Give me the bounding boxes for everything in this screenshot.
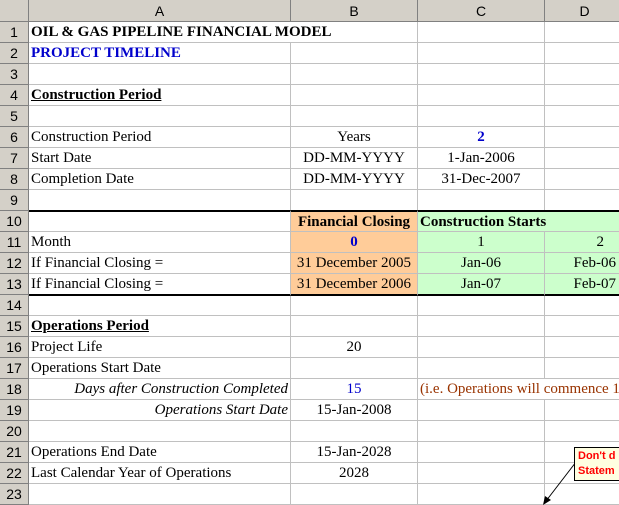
comment-line-1: Don't d [578, 450, 616, 462]
cell-c10-construction-starts-header[interactable]: Construction Starts [418, 210, 546, 232]
spreadsheet-grid: A B C D 1 2 3 4 5 6 7 8 9 10 11 12 13 14… [0, 0, 619, 505]
cell-comment-box[interactable]: Don't d Statem [574, 447, 619, 481]
comment-line-2: Statem [578, 465, 615, 477]
comment-arrow-icon [543, 461, 577, 505]
